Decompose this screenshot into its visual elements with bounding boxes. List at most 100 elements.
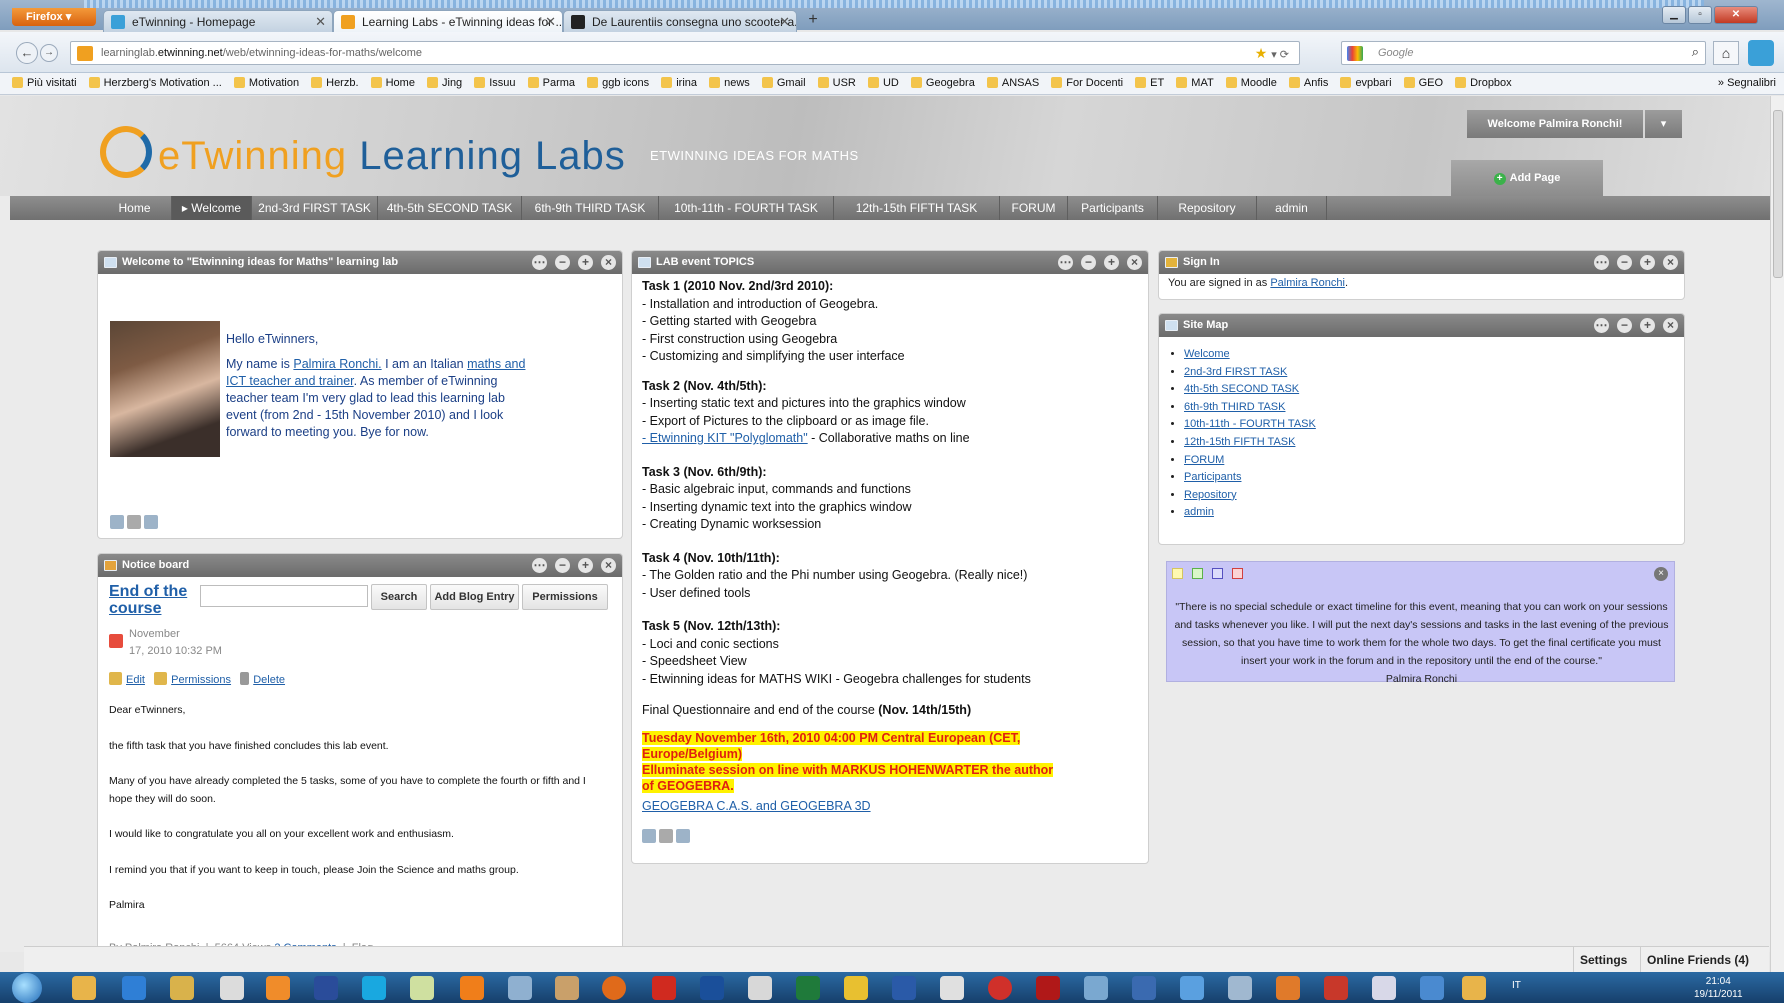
vlc-icon[interactable] bbox=[460, 976, 484, 1000]
maximize-icon[interactable]: + bbox=[1640, 318, 1655, 333]
nav-admin[interactable]: admin bbox=[1257, 196, 1327, 220]
sitemap-link[interactable]: 4th-5th SECOND TASK bbox=[1184, 383, 1299, 395]
bookmark-item[interactable]: For Docenti bbox=[1051, 77, 1123, 89]
filezilla-icon[interactable] bbox=[1036, 976, 1060, 1000]
portlet-header[interactable]: Welcome to "Etwinning ideas for Maths" l… bbox=[98, 251, 622, 274]
bookmark-item[interactable]: ET bbox=[1135, 77, 1164, 89]
site-logo[interactable]: eTwinning Learning Labs bbox=[158, 134, 626, 179]
firefox-menu-button[interactable]: Firefox ▾ bbox=[12, 8, 96, 26]
blog-search-input[interactable] bbox=[200, 585, 368, 607]
close-tab-icon[interactable]: ✕ bbox=[545, 14, 556, 30]
reload-icon[interactable]: ▾ ⟳ bbox=[1271, 49, 1289, 61]
media-icon[interactable] bbox=[266, 976, 290, 1000]
bookmark-item[interactable]: Gmail bbox=[762, 77, 806, 89]
bookmark-item[interactable]: UD bbox=[868, 77, 899, 89]
portlet-header[interactable]: Site Map ⋯ − + × bbox=[1159, 314, 1684, 337]
options-icon[interactable]: ⋯ bbox=[532, 558, 547, 573]
add-content-icon[interactable] bbox=[676, 829, 690, 843]
bookmark-item[interactable]: Parma bbox=[528, 77, 575, 89]
bookmark-item[interactable]: ggb icons bbox=[587, 77, 649, 89]
dropbox-icon[interactable] bbox=[1180, 976, 1204, 1000]
sitemap-link[interactable]: 10th-11th - FOURTH TASK bbox=[1184, 418, 1316, 430]
bookmark-item[interactable]: irina bbox=[661, 77, 697, 89]
app-icon[interactable] bbox=[1372, 976, 1396, 1000]
sitemap-link[interactable]: admin bbox=[1184, 506, 1214, 518]
options-icon[interactable]: ⋯ bbox=[1594, 255, 1609, 270]
edit-icon[interactable] bbox=[642, 829, 656, 843]
blue-color-swatch[interactable] bbox=[1212, 568, 1223, 579]
add-content-icon[interactable] bbox=[144, 515, 158, 529]
bookmark-item[interactable]: ANSAS bbox=[987, 77, 1039, 89]
close-tab-icon[interactable]: ✕ bbox=[315, 14, 326, 30]
red-color-swatch[interactable] bbox=[1232, 568, 1243, 579]
maximize-icon[interactable]: + bbox=[578, 558, 593, 573]
user-menu-button[interactable]: Welcome Palmira Ronchi! bbox=[1467, 110, 1643, 138]
minimize-icon[interactable]: − bbox=[1617, 318, 1632, 333]
bookmark-item[interactable]: MAT bbox=[1176, 77, 1213, 89]
options-icon[interactable]: ⋯ bbox=[1058, 255, 1073, 270]
back-button[interactable]: ← bbox=[16, 42, 38, 64]
google-engine-icon[interactable] bbox=[1347, 46, 1363, 61]
signed-in-user-link[interactable]: Palmira Ronchi bbox=[1270, 277, 1345, 289]
user-menu-chevron-icon[interactable]: ▾ bbox=[1645, 110, 1682, 138]
app-icon[interactable] bbox=[988, 976, 1012, 1000]
app-icon[interactable] bbox=[1324, 976, 1348, 1000]
options-icon[interactable]: ⋯ bbox=[1594, 318, 1609, 333]
close-icon[interactable]: × bbox=[1663, 318, 1678, 333]
headphones-icon[interactable] bbox=[844, 976, 868, 1000]
nav-fifth-task[interactable]: 12th-15th FIFTH TASK bbox=[834, 196, 1000, 220]
bookmark-item[interactable]: Più visitati bbox=[12, 77, 77, 89]
nav-third-task[interactable]: 6th-9th THIRD TASK bbox=[522, 196, 659, 220]
sitemap-link[interactable]: Repository bbox=[1184, 489, 1237, 501]
minimize-icon[interactable]: − bbox=[555, 558, 570, 573]
app-icon[interactable] bbox=[748, 976, 772, 1000]
permissions-button[interactable]: Permissions bbox=[522, 584, 608, 610]
blog-entry-title[interactable]: End of the course bbox=[109, 583, 199, 617]
language-indicator[interactable]: IT bbox=[1512, 980, 1521, 991]
explorer-icon[interactable] bbox=[72, 976, 96, 1000]
bookmark-item[interactable]: Dropbox bbox=[1455, 77, 1512, 89]
yellow-color-swatch[interactable] bbox=[1172, 568, 1183, 579]
app-icon[interactable] bbox=[1276, 976, 1300, 1000]
window-close-icon[interactable]: ✕ bbox=[1714, 6, 1758, 24]
sitemap-link[interactable]: 12th-15th FIFTH TASK bbox=[1184, 436, 1295, 448]
address-bar[interactable]: learninglab.etwinning.net/web/etwinning-… bbox=[70, 41, 1300, 65]
settings-icon[interactable] bbox=[659, 829, 673, 843]
author-link[interactable]: Palmira Ronchi. bbox=[293, 357, 381, 371]
app-icon[interactable] bbox=[410, 976, 434, 1000]
polyglomath-link[interactable]: - Etwinning KIT "Polyglomath" bbox=[642, 431, 808, 445]
permissions-link[interactable]: Permissions bbox=[171, 674, 231, 686]
close-icon[interactable]: × bbox=[1127, 255, 1142, 270]
search-input[interactable]: Google ⌕ bbox=[1341, 41, 1706, 65]
sitemap-link[interactable]: FORUM bbox=[1184, 454, 1224, 466]
delete-link[interactable]: Delete bbox=[253, 674, 285, 686]
bookmark-item[interactable]: Anfis bbox=[1289, 77, 1328, 89]
search-icon[interactable]: ⌕ bbox=[1692, 44, 1699, 60]
addon-icon[interactable] bbox=[1748, 40, 1774, 66]
close-tab-icon[interactable]: ✕ bbox=[779, 14, 790, 30]
app-icon[interactable] bbox=[1420, 976, 1444, 1000]
thunderbird-icon[interactable] bbox=[314, 976, 338, 1000]
new-tab-button[interactable]: + bbox=[800, 11, 826, 31]
maximize-icon[interactable]: + bbox=[578, 255, 593, 270]
app-icon[interactable] bbox=[1132, 976, 1156, 1000]
sitemap-link[interactable]: 2nd-3rd FIRST TASK bbox=[1184, 366, 1287, 378]
close-icon[interactable]: × bbox=[601, 255, 616, 270]
bookmark-item[interactable]: USR bbox=[818, 77, 856, 89]
options-icon[interactable]: ⋯ bbox=[532, 255, 547, 270]
folder-icon[interactable] bbox=[1462, 976, 1486, 1000]
scrollbar-thumb[interactable] bbox=[1773, 110, 1783, 278]
minimize-icon[interactable]: − bbox=[1081, 255, 1096, 270]
photoshop-icon[interactable] bbox=[700, 976, 724, 1000]
minimize-icon[interactable]: ▁ bbox=[1662, 6, 1686, 24]
cursor-icon[interactable] bbox=[220, 976, 244, 1000]
bookmark-item[interactable]: Geogebra bbox=[911, 77, 975, 89]
vertical-scrollbar[interactable] bbox=[1770, 96, 1784, 972]
nav-participants[interactable]: Participants bbox=[1068, 196, 1158, 220]
bookmark-item[interactable]: news bbox=[709, 77, 750, 89]
firefox-icon[interactable] bbox=[602, 976, 626, 1000]
add-page-button[interactable]: + Add Page bbox=[1451, 160, 1603, 196]
ie-icon[interactable] bbox=[122, 976, 146, 1000]
folder-icon[interactable] bbox=[170, 976, 194, 1000]
site-identity-icon[interactable] bbox=[77, 46, 93, 61]
